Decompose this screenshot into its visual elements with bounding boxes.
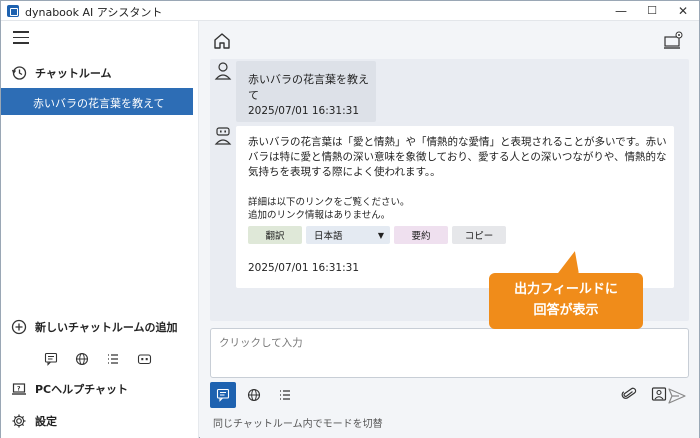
settings-button[interactable]: 設定 (11, 413, 57, 429)
assistant-settings-icon[interactable] (663, 29, 685, 51)
bot-answer-text: 赤いバラの花言葉は「愛と情熱」や「情熱的な愛情」と表現されることが多いです。赤い… (248, 136, 667, 178)
annotation-callout: 出力フィールドに 回答が表示 (489, 273, 643, 329)
hamburger-menu-icon[interactable] (13, 31, 29, 45)
add-chat-room-label: 新しいチャットルームの追加 (35, 321, 178, 334)
user-message-text: 赤いバラの花言葉を教えて (248, 73, 369, 102)
user-avatar-icon (214, 62, 232, 80)
chat-mode-icon[interactable] (43, 351, 59, 367)
maximize-button[interactable]: ☐ (638, 2, 666, 20)
list-icon (280, 390, 290, 400)
callout-line-2: 回答が表示 (533, 303, 599, 318)
chat-icon (216, 388, 230, 402)
sidebar-item-chat-room[interactable]: 赤いバラの花言葉を教えて (1, 88, 193, 115)
close-button[interactable]: ✕ (669, 2, 697, 20)
pc-help-chat-label: PCヘルプチャット (35, 383, 129, 396)
chat-room-label: チャットルーム (35, 67, 112, 80)
language-select[interactable]: 日本語 ▼ (306, 226, 390, 244)
robot-mode-icon[interactable] (136, 351, 152, 367)
add-circle-icon (11, 319, 27, 335)
web-mode-icon[interactable] (74, 351, 90, 367)
mode-switch-hint: 同じチャットルーム内でモードを切替 (213, 419, 383, 430)
language-select-value: 日本語 (314, 231, 343, 242)
minimize-button[interactable]: — (607, 2, 635, 20)
bot-avatar-icon (214, 127, 232, 145)
app-window: dynabook AI アシスタント — ☐ ✕ チャットルーム 赤いバラの花言… (0, 0, 700, 438)
user-message-timestamp: 2025/07/01 16:31:31 (248, 105, 360, 117)
caret-down-icon: ▼ (377, 230, 384, 240)
history-icon (11, 66, 27, 80)
bot-detail-line-1: 詳細は以下のリンクをご覧ください。 (248, 197, 410, 208)
mode-icons-row (43, 351, 152, 367)
laptop-icon: ? (12, 383, 26, 395)
list-mode-icon[interactable] (105, 351, 121, 367)
input-tools (621, 386, 667, 402)
chat-input[interactable]: クリックして入力 (210, 328, 689, 378)
chat-room-header[interactable]: チャットルーム (11, 63, 112, 83)
pc-help-chat-button[interactable]: ? PCヘルプチャット (11, 381, 128, 397)
copy-button[interactable]: コピー (452, 226, 506, 244)
window-title: dynabook AI アシスタント (25, 6, 163, 19)
paperclip-icon[interactable] (621, 386, 637, 402)
bot-message-bubble: 赤いバラの花言葉は「愛と情熱」や「情熱的な愛情」と表現されることが多いです。赤い… (236, 126, 674, 288)
image-icon[interactable] (651, 386, 667, 402)
mode-switch-bar (210, 382, 298, 408)
send-icon[interactable] (667, 387, 687, 405)
svg-text:?: ? (17, 386, 21, 393)
translate-button[interactable]: 翻訳 (248, 226, 302, 244)
main-area: 赤いバラの花言葉を教えて 2025/07/01 16:31:31 赤いバラの花言… (200, 21, 699, 438)
bot-message-timestamp: 2025/07/01 16:31:31 (248, 262, 360, 274)
summary-button[interactable]: 要約 (394, 226, 448, 244)
chat-mode-button[interactable] (210, 382, 236, 408)
web-mode-button[interactable] (241, 382, 267, 408)
bot-detail-line-2: 追加のリンク情報はありません。 (248, 210, 391, 221)
add-chat-room-button[interactable]: 新しいチャットルームの追加 (11, 319, 178, 335)
home-icon[interactable] (212, 31, 232, 51)
bot-detail-text: 詳細は以下のリンクをご覧ください。 追加のリンク情報はありません。 (248, 196, 410, 222)
sidebar: チャットルーム 赤いバラの花言葉を教えて 新しいチャットルームの追加 ? PCヘ… (1, 21, 199, 438)
title-bar: dynabook AI アシスタント — ☐ ✕ (1, 1, 699, 21)
list-mode-button[interactable] (272, 382, 298, 408)
bot-action-bar: 翻訳 日本語 ▼ 要約 コピー (248, 226, 506, 244)
callout-line-1: 出力フィールドに (514, 282, 618, 297)
globe-icon (247, 388, 261, 402)
gear-icon (12, 414, 26, 428)
user-message-bubble: 赤いバラの花言葉を教えて 2025/07/01 16:31:31 (236, 61, 376, 122)
app-icon (7, 5, 19, 17)
settings-label: 設定 (35, 415, 57, 428)
